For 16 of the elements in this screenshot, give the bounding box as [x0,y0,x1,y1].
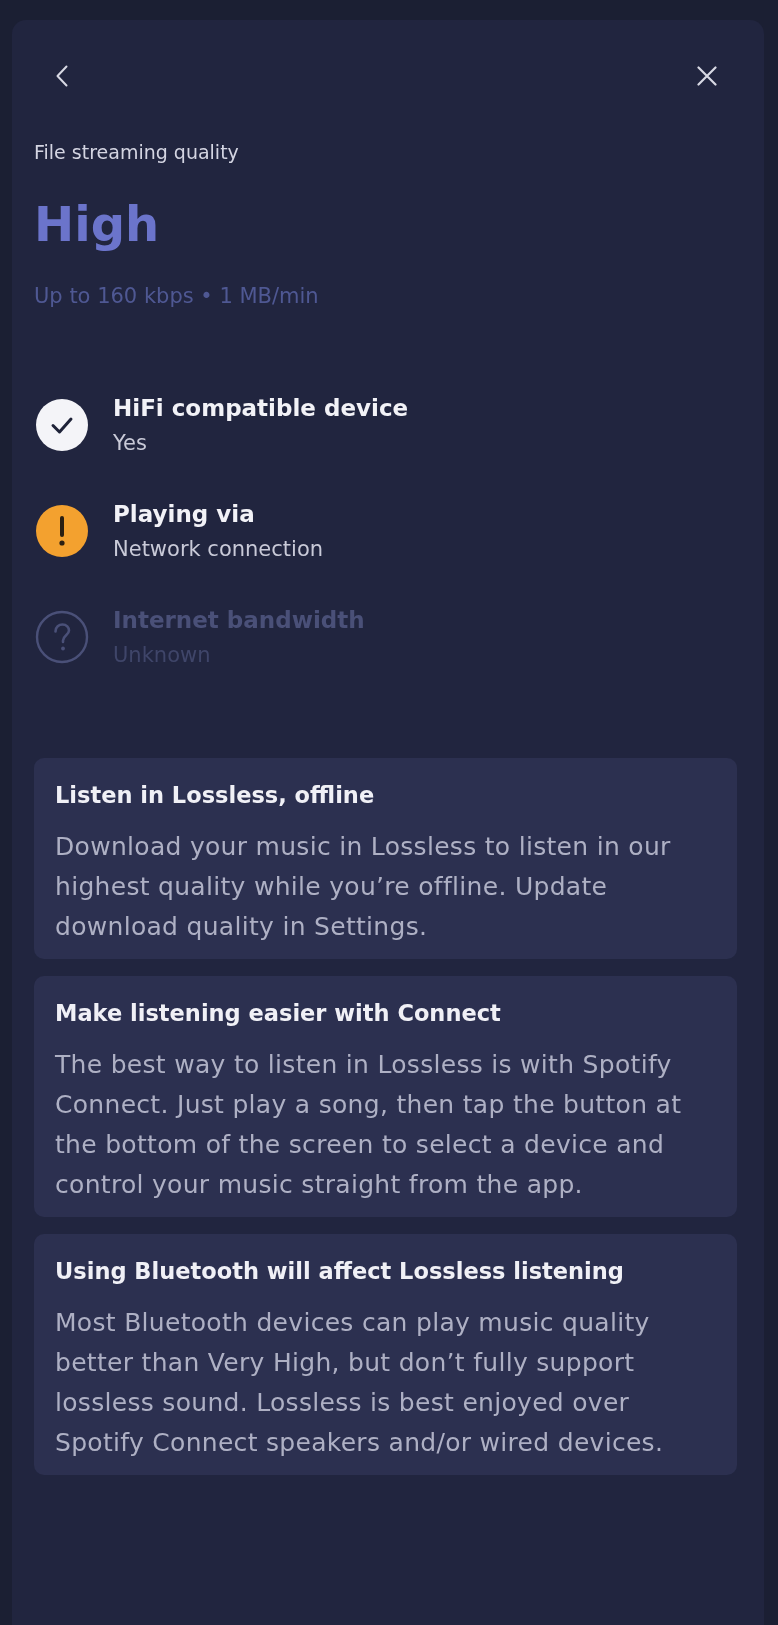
card-body: The best way to listen in Lossless is with Spotify Connect. Just play a song, then tap the button at the bottom of the screen to select a device and control your music straight from the app. [55,1049,683,1201]
card-title: Using Bluetooth will affect Lossless listening [55,1257,625,1286]
back-icon [56,65,68,87]
check-title: Playing via [113,500,256,528]
check-value: Network connection [113,536,324,562]
check-value: Yes [113,430,148,456]
card-body: Most Bluetooth devices can play music quality better than Very High, but don’t fully support lossless sound. Lossless is best enjoyed over Spotify Connect speakers and/or wired devices. [55,1307,665,1459]
card-body: Download your music in Lossless to listen in our highest quality while you’re offline. Update download quality in Settings. [55,831,672,943]
quality-label: File streaming quality [34,140,240,164]
quality-detail: Up to 160 kbps • 1 MB/min [34,284,320,308]
close-icon [697,66,717,86]
card-title: Make listening easier with Connect [55,999,502,1028]
card-title: Listen in Lossless, offline [55,781,376,810]
quality-value: High [34,196,161,252]
check-title: HiFi compatible device [113,394,409,422]
check-title: Internet bandwidth [113,606,365,634]
